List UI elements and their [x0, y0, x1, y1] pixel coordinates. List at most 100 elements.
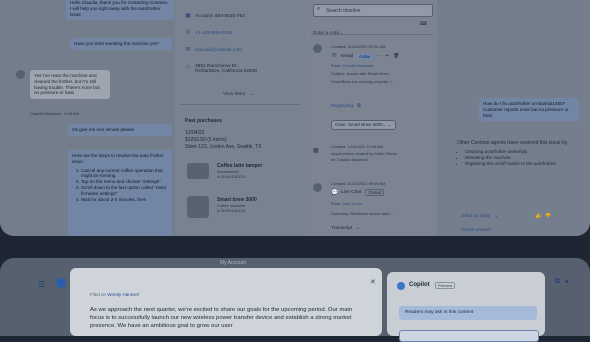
- check-answer-link[interactable]: Check answer: [461, 228, 491, 233]
- list-item: Scroll down to the last option called "r…: [81, 185, 168, 197]
- message-meta: Claudia Mazzanti · 9:46 AM: [30, 111, 79, 116]
- list-item: Wait for about 2-3 minutes, then: [81, 197, 168, 203]
- address-row: ⌂ 3891 Ranchview Dr. Richardson, Californi…: [185, 64, 257, 74]
- chat-panel: Hello Claudia, thank you for contacting …: [0, 0, 176, 236]
- purchase-date: 12/04/22: [185, 130, 205, 136]
- account-number: Account: 654-8030-753: [195, 13, 245, 19]
- mail-icon: ✉: [331, 53, 337, 59]
- email-activity-header: ✉ Email Active ⋯ ↩ 🗑: [331, 53, 399, 59]
- coffee-machine-image: [187, 196, 209, 218]
- chat-message-customer: Yes I've reset the machine and cleaned t…: [30, 70, 110, 100]
- chevron-down-icon: ⌄: [249, 92, 254, 97]
- copilot-icon[interactable]: ✦: [564, 278, 570, 288]
- case-button[interactable]: Case: Smart Brew 3000... ⌄: [331, 120, 396, 130]
- answer-intro: Other Contoso agents have resolved this …: [457, 140, 569, 146]
- email-body: SmartBrew not working properly. I...: [331, 79, 395, 84]
- section-title: Past purchases: [185, 118, 222, 124]
- thumbs-down-icon[interactable]: 👎: [545, 214, 551, 219]
- chevron-down-icon: ⌄: [387, 122, 392, 127]
- search-timeline-box[interactable]: ⌕ Search timeline: [313, 4, 433, 17]
- menu-icon[interactable]: ☰: [38, 280, 45, 289]
- close-icon[interactable]: ✕: [370, 278, 376, 286]
- author-link[interactable]: Wendy Hanssel: [107, 292, 138, 297]
- copilot-question: How do I fix autofrother on Barista1460?…: [479, 98, 579, 122]
- appointment-text: Appointment created by Albert Flores: [331, 151, 397, 156]
- purchase-item[interactable]: Smart brew 3000 Coffee machine # 0102910…: [217, 197, 257, 213]
- share-icon[interactable]: ⧉: [555, 278, 560, 288]
- copilot-answer: Other Contoso agents have resolved this …: [457, 140, 575, 202]
- view-more-button[interactable]: View More ⌄: [223, 92, 254, 97]
- copilot-side-panel: How do I fix autofrother on Barista1460?…: [437, 0, 590, 236]
- transcript-toggle[interactable]: Transcript ⌄: [331, 226, 360, 231]
- chat-message-steps: Here are the steps to resolve the auto f…: [68, 150, 172, 236]
- reply-icon[interactable]: ↩: [385, 54, 389, 59]
- chat-message-agent: Have you tried resetting the machine yet…: [70, 38, 172, 50]
- thumbs-up-icon[interactable]: 👍: [535, 214, 541, 219]
- purchase-item[interactable]: Coffee latte tamper Accessories # 010291…: [217, 163, 262, 179]
- regarding-link[interactable]: Regarding: [331, 104, 353, 109]
- document-body[interactable]: As we approach the next quarter, we're e…: [90, 306, 365, 330]
- customer-avatar: [313, 44, 322, 53]
- message-text: Yes I've reset the machine and cleaned t…: [34, 73, 100, 96]
- tab-label[interactable]: My Account: [220, 260, 246, 266]
- send-reply-label: Send by reply: [461, 214, 491, 219]
- status-badge: Active: [357, 53, 373, 59]
- purchase-store: Store 123, Linden Ave, Seattle, TX: [185, 144, 262, 150]
- tamper-image: [187, 163, 209, 179]
- list-item: Replacing the on/off switch to the autof…: [465, 161, 575, 167]
- document-meta: Filed on Wendy Hanssel: [90, 292, 139, 297]
- feedback-icons[interactable]: 👍 👎: [535, 214, 551, 219]
- message-text: Ok give me one minute please: [72, 127, 135, 132]
- document-pane: Filed on Wendy Hanssel ✕ As we approach …: [70, 268, 382, 336]
- appointment-text: for Claudia Mazzanti: [331, 157, 368, 162]
- copilot-pane: Copilot Preview Readers may ask in this …: [387, 272, 545, 342]
- attach-icon[interactable]: ⌨: [420, 21, 427, 27]
- account-row: ▣ Account: 654-8030-753: [185, 13, 245, 19]
- activity-type: Email: [341, 53, 353, 59]
- preview-badge: Preview: [435, 282, 456, 289]
- view-more-label: View More: [223, 92, 246, 97]
- transcript-label: Transcript: [331, 226, 353, 231]
- agent-avatar: [313, 183, 322, 192]
- email-link[interactable]: Claudia@outlook.com: [195, 48, 242, 53]
- delete-icon[interactable]: 🗑: [393, 54, 399, 59]
- account-icon: ▣: [185, 13, 191, 19]
- copilot-input[interactable]: [399, 330, 539, 342]
- chat-summary: Summary: Reviewed device alert...: [331, 211, 393, 216]
- chat-icon: 💬: [331, 189, 339, 196]
- chat-message-agent: Ok give me one minute please: [68, 124, 172, 136]
- service-app-window: Hello Claudia, thank you for contacting …: [0, 0, 590, 236]
- timeline-created: Created: 01/26/2022 09:00 AM: [331, 181, 386, 186]
- message-text: Here are the steps to resolve the auto f…: [72, 153, 164, 164]
- contact-panel: ▣ Account: 654-8030-753 ✆ +1-425-555-0156 …: [175, 0, 306, 236]
- calendar-icon: ▦: [313, 148, 319, 154]
- live-chat-header: 💬 Live Chat Closed: [331, 189, 385, 196]
- status-badge: Closed: [365, 189, 385, 196]
- timeline-panel: ⌕ Search timeline Enter a note... ⌨ Crea…: [305, 0, 438, 236]
- mail-icon: ✉: [185, 47, 191, 53]
- email-row[interactable]: ✉ Claudia@outlook.com: [185, 47, 242, 53]
- note-input[interactable]: Enter a note... ⌨: [313, 21, 431, 36]
- customer-avatar: [16, 70, 25, 79]
- activity-type: Live Chat: [341, 190, 362, 195]
- window-actions: ⧉ ✦: [555, 278, 581, 288]
- phone-row[interactable]: ✆ +1-425-555-0156: [185, 30, 232, 36]
- steps-list: Cancel any current coffee operation that…: [72, 168, 168, 203]
- search-icon: ⌕: [317, 6, 321, 12]
- app-logo-icon[interactable]: [56, 278, 66, 288]
- send-reply-button[interactable]: Send by reply ⌄: [461, 214, 498, 219]
- copilot-title: Copilot: [409, 282, 430, 288]
- divider: [311, 34, 433, 35]
- regarding-row[interactable]: Regarding ⧉: [331, 103, 361, 110]
- question-text: How do I fix autofrother on Barista1460?…: [483, 101, 569, 118]
- notice-text: Readers may ask in this content: [405, 310, 474, 315]
- copilot-notice: Readers may ask in this content: [399, 306, 537, 320]
- phone-link[interactable]: +1-425-555-0156: [195, 31, 232, 36]
- more-icon[interactable]: ⋯: [376, 54, 381, 59]
- chevron-down-icon: ⌄: [494, 214, 499, 219]
- timeline-created: Created: 01/26/2022 09:36 AM: [331, 44, 386, 49]
- timeline-created: Created: 1/15/2022 10:38 AM: [331, 144, 384, 149]
- case-label: Case: Smart Brew 3000...: [335, 122, 387, 127]
- item-code: # 01029100125: [217, 208, 245, 214]
- message-text: Have you tried resetting the machine yet…: [74, 41, 159, 46]
